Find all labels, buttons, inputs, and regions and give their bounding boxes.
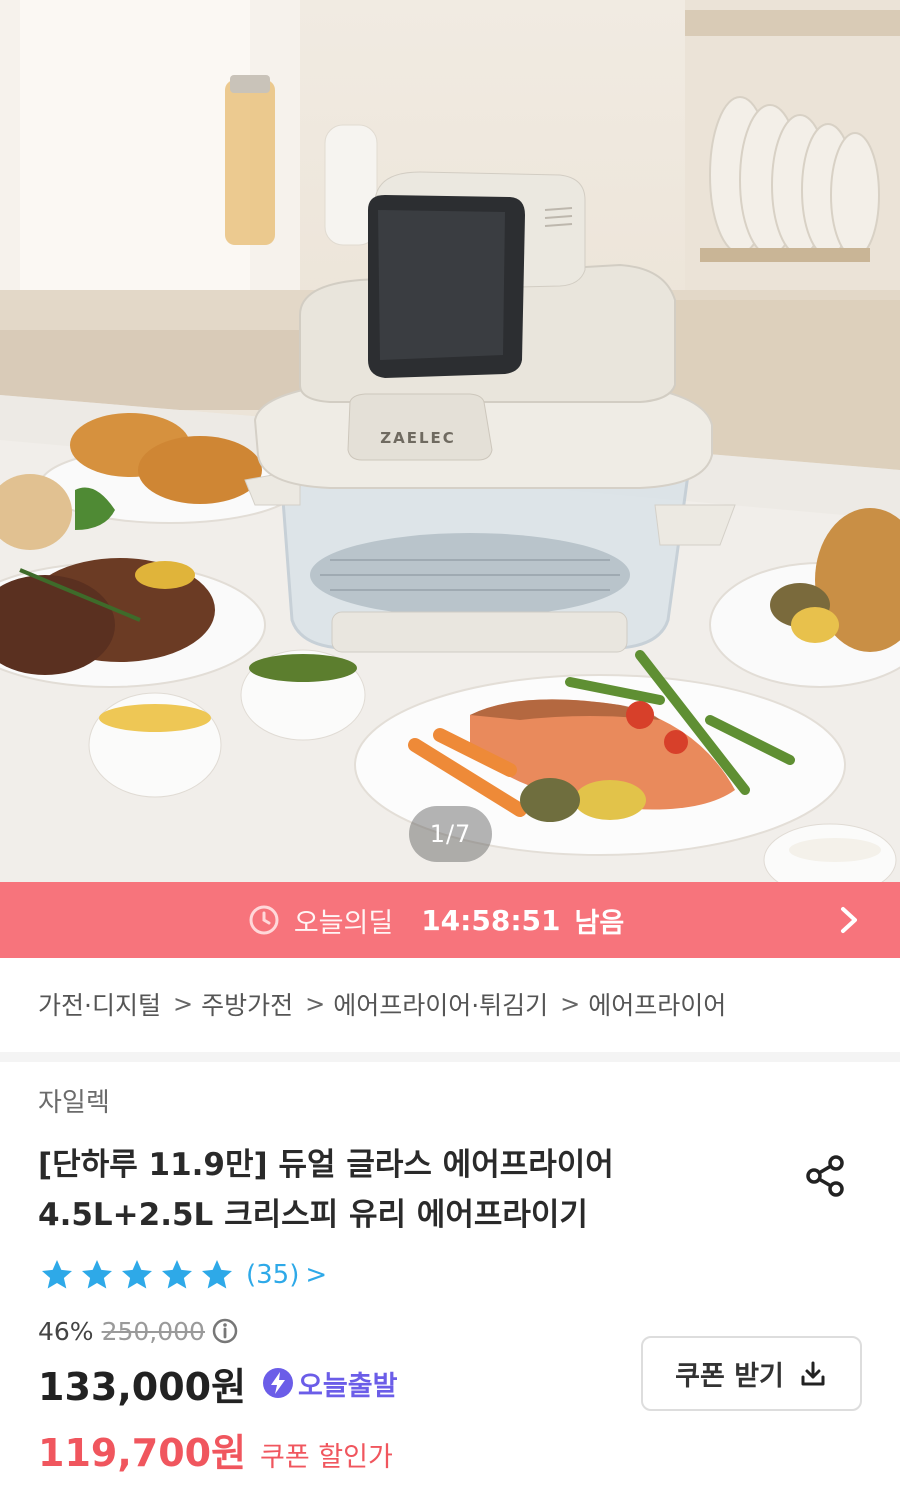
coupon-price-row: 119,700원 쿠폰 할인가 xyxy=(38,1422,393,1477)
product-title: [단하루 11.9만] 듀얼 글라스 에어프라이어 4.5L+2.5L 크리스피… xyxy=(38,1140,758,1240)
shipping-badge: 오늘출발 xyxy=(262,1364,397,1403)
info-icon[interactable] xyxy=(211,1317,239,1345)
rating-summary[interactable]: (35) > xyxy=(38,1255,327,1295)
brand-name-link[interactable]: 자일렉 xyxy=(38,1082,110,1119)
star-icon xyxy=(42,1260,72,1289)
breadcrumb-item-airfryer-fryer[interactable]: 에어프라이어·튀김기 xyxy=(333,986,548,1022)
deal-remaining-label: 남음 xyxy=(574,907,625,939)
star-icon xyxy=(82,1260,112,1289)
star-rating xyxy=(38,1257,236,1293)
breadcrumb-separator: > xyxy=(172,990,194,1018)
product-photo: ZAELEC xyxy=(0,0,900,882)
product-title-line1: [단하루 11.9만] 듀얼 글라스 에어프라이어 xyxy=(38,1147,614,1183)
deal-label: 오늘의딜 xyxy=(293,907,394,939)
image-counter: 1/7 xyxy=(409,806,492,862)
price-row: 133,000원 오늘출발 xyxy=(38,1358,397,1409)
star-icon xyxy=(202,1260,232,1289)
download-icon xyxy=(801,1361,825,1385)
shipping-badge-label: 오늘출발 xyxy=(298,1370,398,1402)
get-coupon-button-label: 쿠폰 받기 xyxy=(675,1361,784,1392)
breadcrumb-separator: > xyxy=(560,990,581,1018)
breadcrumb-item-kitchen-appliances[interactable]: 주방가전 xyxy=(201,986,293,1022)
discount-rate: 46% xyxy=(38,1316,94,1346)
share-icon[interactable] xyxy=(800,1150,852,1202)
section-divider xyxy=(0,1052,900,1062)
clock-icon xyxy=(249,905,279,935)
brand-mark: ZAELEC xyxy=(380,429,456,447)
coupon-discount-label: 쿠폰 할인가 xyxy=(260,1442,393,1473)
chevron-right-icon[interactable] xyxy=(836,904,862,936)
coupon-discount-price: 119,700원 xyxy=(38,1431,247,1475)
breadcrumb-separator: > xyxy=(305,990,326,1018)
sale-price: 133,000원 xyxy=(38,1364,247,1409)
chevron-right-icon: > xyxy=(305,1260,328,1290)
star-icon xyxy=(122,1260,152,1289)
product-title-line2: 4.5L+2.5L 크리스피 유리 에어프라이기 xyxy=(38,1197,588,1233)
todays-deal-banner[interactable]: 오늘의딜 14:58:51 남음 xyxy=(0,882,900,958)
star-icon xyxy=(162,1260,192,1289)
review-count: (35) xyxy=(246,1260,300,1290)
air-fryer-illustration: ZAELEC xyxy=(244,171,736,653)
original-price-row: 46% 250,000 xyxy=(38,1315,239,1347)
deal-countdown-timer: 14:58:51 xyxy=(421,903,561,937)
get-coupon-button[interactable]: 쿠폰 받기 xyxy=(641,1336,862,1411)
breadcrumb-item-appliances-digital[interactable]: 가전·디지털 xyxy=(38,986,161,1022)
breadcrumb-item-airfryer[interactable]: 에어프라이어 xyxy=(588,986,726,1022)
breadcrumb: 가전·디지털 > 주방가전 > 에어프라이어·튀김기 > 에어프라이어 xyxy=(38,982,726,1026)
product-image-gallery[interactable]: ZAELEC 1/7 xyxy=(0,0,900,882)
original-price: 250,000 xyxy=(101,1316,205,1346)
lightning-icon xyxy=(263,1368,294,1398)
